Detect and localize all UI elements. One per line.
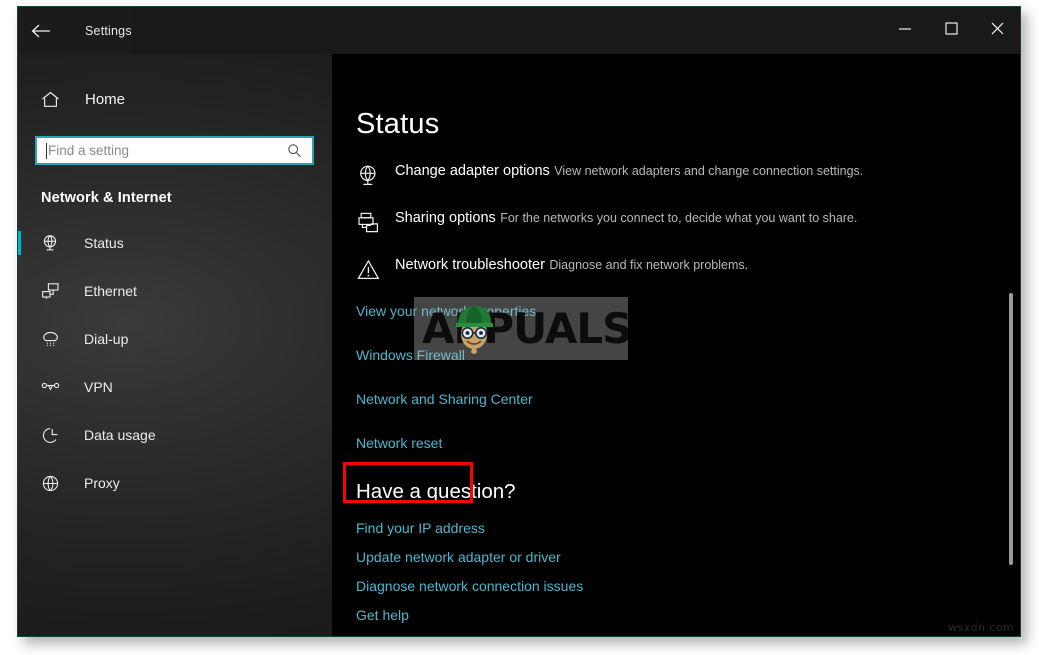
- minimize-button[interactable]: [882, 7, 928, 54]
- dialup-icon: [41, 330, 65, 349]
- link-find-ip-address[interactable]: Find your IP address: [356, 520, 485, 536]
- maximize-button[interactable]: [928, 7, 974, 54]
- window-body: Home Network & Internet: [18, 54, 1020, 636]
- action-subtitle: Diagnose and fix network problems.: [549, 258, 749, 272]
- action-list: Change adapter options View network adap…: [356, 162, 1020, 283]
- minimize-icon: [898, 22, 912, 40]
- action-subtitle: For the networks you connect to, decide …: [500, 211, 858, 225]
- sidebar-item-proxy[interactable]: Proxy: [18, 459, 332, 507]
- action-title: Sharing options: [395, 210, 496, 226]
- action-title: Network troubleshooter: [395, 257, 545, 273]
- screenshot-root: Settings Home Find a setting Network & I…: [0, 0, 1039, 655]
- action-text: Network troubleshooter Diagnose and fix …: [395, 256, 748, 275]
- action-network-troubleshooter[interactable]: Network troubleshooter Diagnose and fix …: [356, 256, 1020, 283]
- action-change-adapter-options[interactable]: Change adapter options View network adap…: [356, 162, 1020, 189]
- sidebar-item-status[interactable]: Status: [18, 219, 332, 267]
- content-panel: Status Change adapter options View netwo…: [332, 54, 1020, 636]
- back-button[interactable]: [18, 7, 64, 54]
- ethernet-icon: [41, 282, 65, 301]
- question-heading: Have a question?: [356, 480, 516, 503]
- globe-monitor-icon: [41, 234, 65, 253]
- action-text: Change adapter options View network adap…: [395, 162, 863, 181]
- question-link-list: Find your IP address Update network adap…: [356, 520, 1020, 623]
- pie-chart-icon: [41, 426, 65, 445]
- globe-icon: [41, 474, 65, 493]
- sidebar-item-label: VPN: [84, 379, 113, 395]
- sidebar-home-label: Home: [85, 90, 126, 108]
- sidebar-category-title: Network & Internet: [41, 190, 172, 206]
- link-windows-firewall[interactable]: Windows Firewall: [356, 347, 465, 363]
- maximize-icon: [944, 21, 958, 40]
- page-title: Status: [356, 108, 440, 140]
- close-button[interactable]: [974, 7, 1020, 54]
- back-arrow-icon: [31, 24, 51, 38]
- link-view-network-properties[interactable]: View your network properties: [356, 303, 536, 319]
- home-icon: [41, 91, 67, 108]
- link-get-help[interactable]: Get help: [356, 607, 409, 623]
- globe-monitor-icon: [356, 162, 390, 189]
- search-input[interactable]: [37, 138, 287, 163]
- window-title: Settings: [85, 23, 132, 38]
- window-controls: [882, 7, 1020, 54]
- close-icon: [991, 22, 1004, 40]
- sidebar-item-label: Data usage: [84, 427, 156, 443]
- action-sharing-options[interactable]: Sharing options For the networks you con…: [356, 209, 1020, 236]
- search-box[interactable]: [35, 136, 314, 165]
- sidebar-nav-list: Status Ethernet Dial-up VPN Data usage P…: [18, 219, 332, 507]
- link-update-network-adapter[interactable]: Update network adapter or driver: [356, 549, 561, 565]
- content-scrollbar[interactable]: [1006, 54, 1016, 636]
- title-bar-drag-area[interactable]: [132, 7, 882, 54]
- title-bar-left: Settings: [18, 7, 132, 54]
- scrollbar-thumb[interactable]: [1009, 293, 1013, 565]
- warning-triangle-icon: [356, 256, 390, 283]
- link-network-reset[interactable]: Network reset: [356, 435, 442, 451]
- action-subtitle: View network adapters and change connect…: [554, 164, 864, 178]
- sidebar: Home Network & Internet: [18, 54, 332, 636]
- link-diagnose-connection-issues[interactable]: Diagnose network connection issues: [356, 578, 583, 594]
- link-network-sharing-center[interactable]: Network and Sharing Center: [356, 391, 533, 407]
- text-caret: [46, 143, 47, 159]
- sidebar-item-vpn[interactable]: VPN: [18, 363, 332, 411]
- link-list: View your network properties Windows Fir…: [356, 303, 1020, 451]
- settings-window: Settings Home Find a setting Network & I…: [17, 6, 1021, 637]
- action-title: Change adapter options: [395, 163, 550, 179]
- selection-indicator: [18, 231, 21, 255]
- sharing-icon: [356, 209, 390, 236]
- title-bar: Settings: [18, 7, 1020, 54]
- sidebar-item-label: Dial-up: [84, 331, 129, 347]
- sidebar-item-dial-up[interactable]: Dial-up: [18, 315, 332, 363]
- sidebar-item-label: Proxy: [84, 475, 120, 491]
- action-text: Sharing options For the networks you con…: [395, 209, 857, 228]
- sidebar-item-home[interactable]: Home: [18, 79, 332, 119]
- sidebar-item-label: Ethernet: [84, 283, 137, 299]
- sidebar-item-ethernet[interactable]: Ethernet: [18, 267, 332, 315]
- vpn-icon: [41, 378, 65, 397]
- sidebar-item-data-usage[interactable]: Data usage: [18, 411, 332, 459]
- search-icon: [287, 143, 312, 158]
- sidebar-item-label: Status: [84, 235, 124, 251]
